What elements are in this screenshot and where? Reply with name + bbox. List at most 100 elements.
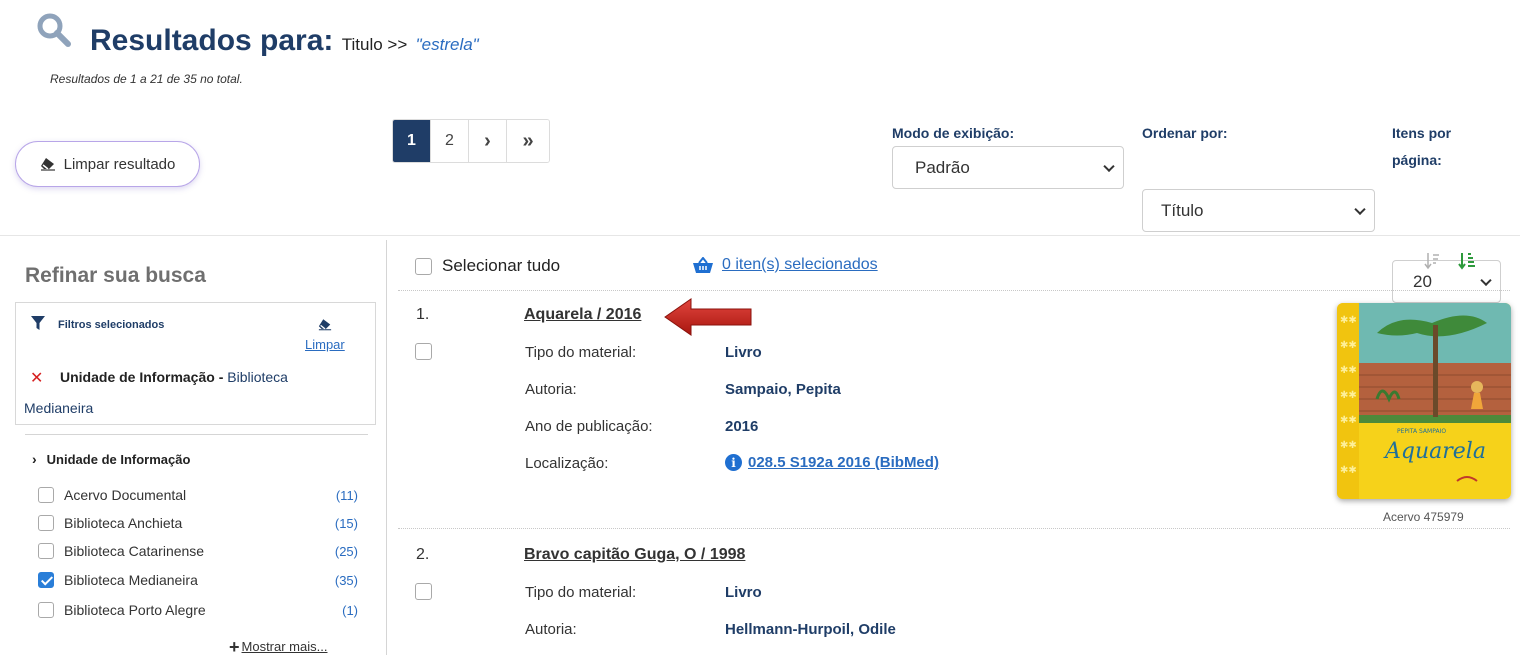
facet-label: Acervo Documental [64,487,187,503]
field-value: Livro [725,584,762,601]
sort-by-value: Título [1161,200,1204,220]
selected-filters-title: Filtros selecionados [58,319,165,331]
svg-text:✱✱: ✱✱ [1340,415,1357,426]
show-more-label: Mostrar mais... [241,639,328,654]
info-icon: i [725,454,742,471]
sort-by-label: Ordenar por: [1142,125,1228,141]
svg-text:✱✱: ✱✱ [1340,315,1357,326]
chevron-right-icon: › [32,451,37,467]
svg-text:✱✱: ✱✱ [1340,440,1357,451]
field-label: Localização: [525,455,609,472]
display-mode-select[interactable]: Padrão [892,146,1124,189]
search-term: "estrela" [415,35,479,54]
sidebar-divider [386,240,387,655]
sidebar-section-divider [25,434,368,435]
facet-toggle[interactable]: › Unidade de Informação [32,451,190,467]
select-all[interactable]: Selecionar tudo [415,256,560,276]
svg-text:✱✱: ✱✱ [1340,340,1357,351]
svg-text:✱✱: ✱✱ [1340,365,1357,376]
next-page-button[interactable]: › [469,120,507,162]
active-filter-field: Unidade de Informação [60,369,215,385]
chevron-down-icon [1354,203,1366,215]
field-value: Sampaio, Pepita [725,381,841,398]
eraser-icon [40,158,55,171]
facet-label: Biblioteca Porto Alegre [64,602,206,618]
result-checkbox[interactable] [415,343,432,360]
field-label: Ano de publicação: [525,418,653,435]
header-divider [0,235,1520,236]
sort-ascending-icon[interactable] [1458,252,1476,270]
selected-filters-box: Filtros selecionados Limpar ✕ Unidade de… [15,302,376,425]
field-value: Hellmann-Hurpoil, Odile [725,621,896,638]
location-value: 028.5 S192a 2016 (BibMed) [748,454,939,471]
result-checkbox[interactable] [415,583,432,600]
clear-results-label: Limpar resultado [63,155,176,173]
plus-icon: + [229,637,240,655]
selected-items-label: 0 iten(s) selecionados [722,256,878,273]
page-2-button[interactable]: 2 [431,120,469,162]
last-page-button[interactable]: » [507,120,549,162]
chevron-down-icon [1103,160,1115,172]
cover-title: Aquarela [1383,439,1486,464]
display-mode-label: Modo de exibição: [892,125,1015,141]
row-divider [398,290,1510,291]
facet-label: Biblioteca Medianeira [64,572,198,588]
sort-controls [1424,252,1476,270]
cover-author: PEPITA SAMPAIO [1397,428,1446,435]
per-page-label: Itens por [1392,125,1452,141]
svg-text:✱✱: ✱✱ [1340,390,1357,401]
remove-filter-icon[interactable]: ✕ [30,368,43,388]
red-arrow-annotation [664,298,752,336]
active-filter-separator: - [214,369,228,385]
acervo-id: Acervo 475979 [1383,510,1464,524]
active-filter-value: Biblioteca [227,369,288,385]
facet-label: Biblioteca Catarinense [64,543,205,559]
page-title: Resultados para: Titulo >> "estrela" [90,24,479,58]
clear-results-button[interactable]: Limpar resultado [15,141,200,187]
select-all-checkbox[interactable] [415,257,432,275]
active-filter: Unidade de Informação - Biblioteca [60,369,288,385]
results-count: Resultados de 1 a 21 de 35 no total. [50,72,243,86]
facet-item[interactable]: Biblioteca Medianeira (35) [38,570,358,590]
field-label: Autoria: [525,621,577,638]
field-value: 2016 [725,418,759,435]
eraser-icon[interactable] [318,318,332,331]
svg-text:✱✱: ✱✱ [1340,465,1357,476]
location-link[interactable]: i 028.5 S192a 2016 (BibMed) [725,454,939,471]
facet-checkbox[interactable] [38,543,54,559]
result-title-link[interactable]: Bravo capitão Guga, O / 1998 [524,546,745,564]
facet-count: (15) [334,515,358,531]
facet-item[interactable]: Biblioteca Porto Alegre (1) [38,600,358,620]
filter-icon [31,316,45,330]
facet-count: (25) [334,543,358,559]
result-title-link[interactable]: Aquarela / 2016 [524,306,641,324]
sort-by-select[interactable]: Título [1142,189,1375,232]
show-more-link[interactable]: + Mostrar mais... [229,637,327,655]
facet-item[interactable]: Acervo Documental (11) [38,485,358,505]
sort-descending-icon[interactable] [1424,252,1440,270]
search-field: Titulo >> [341,35,408,54]
chevron-down-icon [1480,274,1492,286]
facet-checkbox[interactable] [38,487,54,503]
facet-item[interactable]: Biblioteca Anchieta (15) [38,513,358,533]
select-all-label: Selecionar tudo [442,256,561,275]
result-number: 2. [416,546,430,563]
facet-count: (1) [342,602,358,618]
search-icon [37,13,71,47]
facet-checkbox[interactable] [38,602,54,618]
display-mode-value: Padrão [915,157,970,177]
pagination: 1 2 › » [392,119,550,163]
field-value: Livro [725,344,762,361]
clear-filters-link[interactable]: Limpar [305,337,345,352]
active-filter-value-cont: Medianeira [24,400,94,416]
per-page-label-2: página: [1392,152,1442,168]
facet-checkbox-checked[interactable] [38,572,54,588]
field-label: Tipo do material: [525,344,637,361]
facet-checkbox[interactable] [38,515,54,531]
book-cover-image[interactable]: ✱✱ ✱✱ ✱✱ ✱✱ ✱✱ ✱✱ ✱✱ PEPITA SAMPAIO Aqua… [1337,303,1511,499]
basket-icon [693,256,713,273]
selected-items-link[interactable]: 0 iten(s) selecionados [692,256,878,274]
page-1-button[interactable]: 1 [393,120,431,162]
facet-item[interactable]: Biblioteca Catarinense (25) [38,541,358,561]
result-number: 1. [416,306,430,323]
